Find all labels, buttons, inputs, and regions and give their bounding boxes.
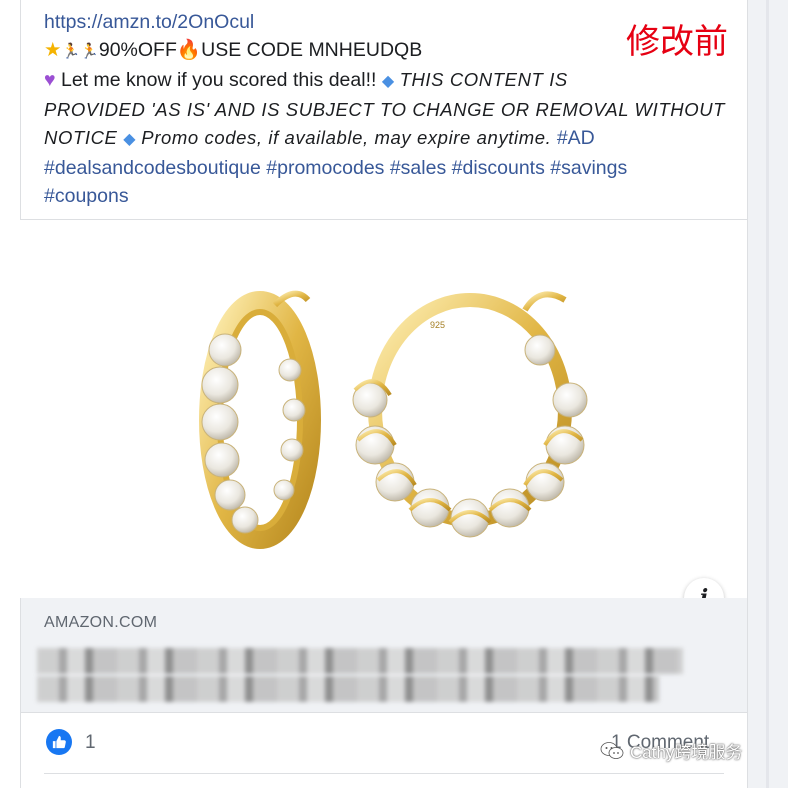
thumbs-up-glyph — [52, 735, 66, 749]
promo-code: USE CODE MNHEUDQB — [201, 39, 423, 61]
runner-emoji-icon-2: 🏃 — [80, 43, 99, 60]
right-earring: 925 — [352, 291, 588, 538]
thumbs-up-icon[interactable] — [46, 729, 72, 755]
like-count[interactable]: 1 — [85, 732, 96, 754]
left-earring — [199, 290, 321, 549]
post-disclaimer-3: NOTICE — [44, 127, 124, 148]
hashtags-line[interactable]: #dealsandcodesboutique #promocodes #sale… — [44, 157, 627, 179]
divider — [44, 773, 724, 774]
watermark-before-label: 修改前 — [626, 22, 728, 62]
post-link[interactable]: https://amzn.to/2OnOcul — [44, 11, 254, 33]
product-image[interactable]: 925 — [20, 220, 747, 598]
link-preview-card[interactable]: AMAZON.COM — [21, 598, 747, 712]
wechat-icon — [600, 741, 624, 759]
watermark-text: Cathy跨境服务 — [630, 743, 743, 762]
blue-diamond-emoji-icon-2: ◆ — [123, 131, 136, 148]
star-emoji-icon: ★ — [44, 39, 62, 61]
scrollbar-track[interactable] — [766, 0, 769, 788]
preview-domain: AMAZON.COM — [44, 614, 158, 631]
divider — [20, 712, 747, 713]
hoop-earrings-image: 925 — [199, 290, 588, 549]
hashtag-coupons[interactable]: #coupons — [44, 185, 129, 207]
blurred-title-line-1 — [37, 648, 683, 674]
post-disclaimer-1: THIS CONTENT IS — [399, 69, 568, 90]
post-line-plain: Let me know if you scored this deal!! — [55, 69, 382, 91]
post-disclaimer-4: Promo codes, if available, may expire an… — [135, 127, 552, 148]
blue-diamond-emoji-icon: ◆ — [381, 73, 395, 90]
purple-heart-emoji-icon: ♥ — [44, 69, 56, 91]
hallmark-925: 925 — [430, 320, 445, 330]
runner-emoji-icon: 🏃 — [61, 43, 81, 60]
fire-emoji-icon: 🔥 — [176, 39, 202, 61]
wechat-watermark: Cathy跨境服务 — [600, 738, 742, 763]
blurred-title-line-2 — [37, 676, 659, 702]
hashtag-ad[interactable]: #AD — [557, 127, 595, 149]
post-disclaimer-2: PROVIDED 'AS IS' AND IS SUBJECT TO CHANG… — [44, 99, 726, 120]
promo-discount: 90%OFF — [98, 39, 177, 61]
